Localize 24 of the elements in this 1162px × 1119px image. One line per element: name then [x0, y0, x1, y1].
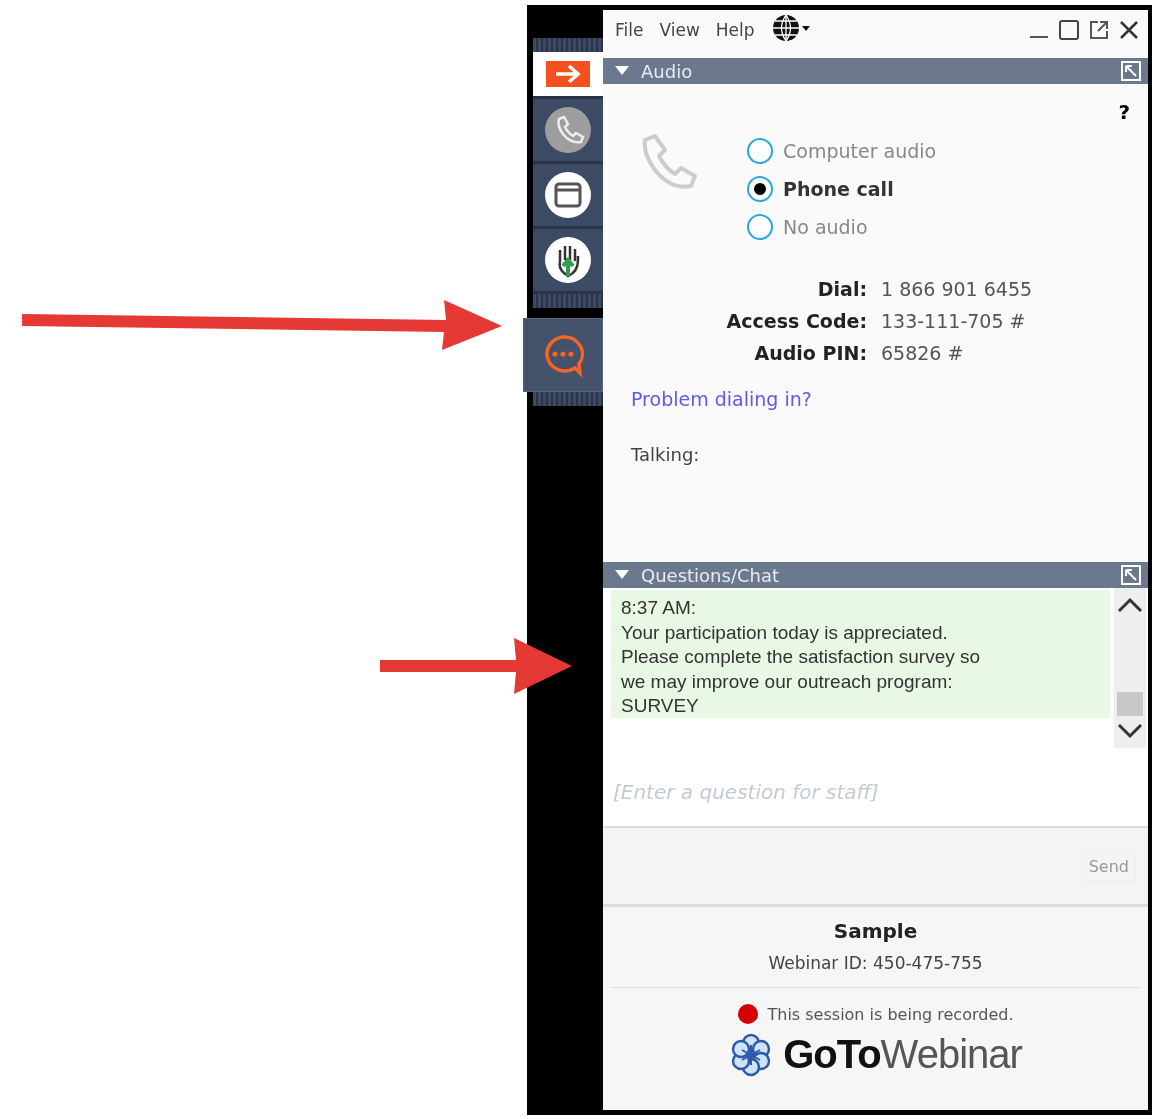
panel-header[interactable]: Questions/Chat	[603, 562, 1148, 588]
recording-notice: This session is being recorded.	[767, 1004, 1014, 1024]
option-label: Computer audio	[783, 140, 937, 162]
panel-title: Audio	[641, 60, 694, 82]
field-value: 1 866 901 6455	[881, 278, 1034, 300]
product-logo-text: GoToWebinar	[783, 1032, 1022, 1077]
field-label: Audio PIN:	[753, 342, 867, 364]
question-field[interactable]: [Enter a question for staff]	[603, 758, 1148, 828]
option-label: Phone call	[783, 178, 894, 200]
talking-label: Talking:	[631, 444, 701, 465]
menu-item[interactable]: View	[659, 20, 700, 40]
menu-item[interactable]: Help	[715, 20, 755, 40]
problem-dialing-link[interactable]: Problem dialing in?	[631, 388, 812, 410]
field-value: 133-111-705 #	[881, 310, 1027, 332]
chat-message: 8:37 AM: Your participation today is appreciated. Please complete the satisfaction survey so we may improve our outreach program: SURVEY	[611, 590, 1110, 718]
field-value: 65826 #	[881, 342, 965, 364]
webinar-title: Sample	[833, 919, 918, 943]
field-label: Access Code:	[725, 310, 867, 332]
option-label: No audio	[783, 216, 868, 238]
panel-header[interactable]: Audio	[603, 58, 1148, 84]
panel-title: Questions/Chat	[641, 564, 780, 586]
webinar-id: Webinar ID: 450-475-755	[768, 953, 983, 973]
field-label: Dial:	[816, 278, 867, 300]
menu-item[interactable]: File	[615, 20, 644, 40]
